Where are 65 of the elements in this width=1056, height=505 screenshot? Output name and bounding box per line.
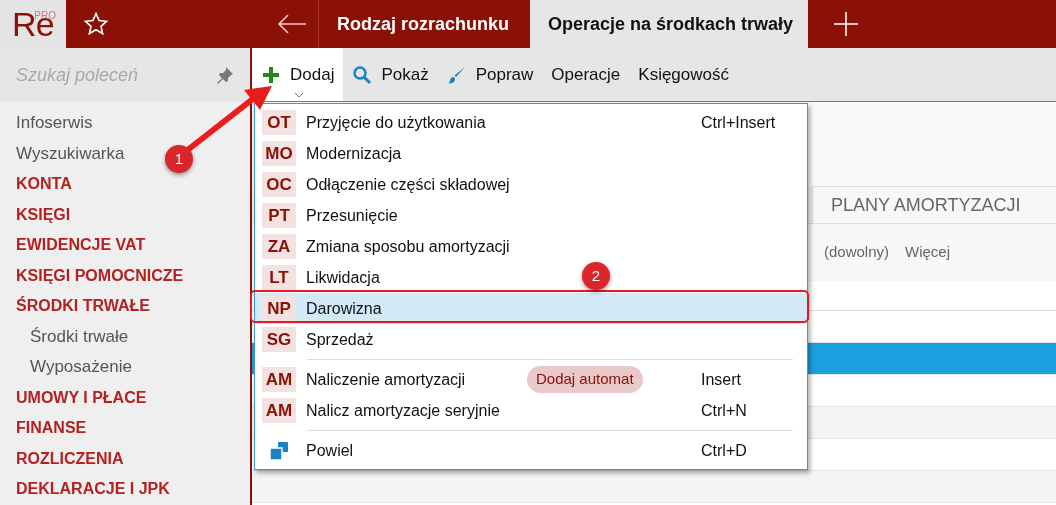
- toolbar-button[interactable]: Popraw: [437, 48, 543, 101]
- menu-label: Likwidacja: [306, 267, 380, 288]
- menu-label: Przesunięcie: [306, 205, 398, 226]
- menu-item[interactable]: OC Odłączenie części składowej: [255, 169, 807, 200]
- sidebar-section[interactable]: ŚRODKI TRWAŁE: [0, 291, 150, 322]
- sidebar-section[interactable]: KSIĘGI: [0, 199, 71, 230]
- menu-item[interactable]: AM Nalicz amortyzacje seryjnie Ctrl+N: [255, 395, 807, 426]
- menu-label: Naliczenie amortyzacji: [306, 369, 466, 390]
- toolbar-button[interactable]: Dodaj: [252, 48, 344, 101]
- sidebar-section[interactable]: KSIĘGI POMOCNICZE: [0, 260, 184, 291]
- brush-icon: [446, 64, 467, 85]
- sidebar-section[interactable]: ROZLICZENIA: [0, 443, 124, 474]
- menu-label: Odłączenie części składowej: [306, 174, 510, 195]
- shortcut: Insert: [701, 369, 741, 390]
- filter-link[interactable]: Więcej: [905, 241, 950, 264]
- menu-item[interactable]: OT Przyjęcie do użytkowania Ctrl+Insert: [255, 107, 807, 138]
- menu-item[interactable]: NP Darowizna: [255, 293, 807, 324]
- search-icon: [352, 64, 373, 85]
- copy-icon: [270, 441, 288, 460]
- shortcut: Ctrl+N: [701, 400, 747, 421]
- plus-icon: [261, 64, 281, 85]
- operation-code: MO: [262, 141, 296, 166]
- toolbar-button[interactable]: Operacje: [542, 48, 630, 101]
- sidebar-section[interactable]: FINANSE: [0, 413, 87, 444]
- pin-icon[interactable]: [216, 66, 234, 84]
- menu-item[interactable]: ZA Zmiana sposobu amortyzacji: [255, 231, 807, 262]
- sidebar-section[interactable]: KONTA: [0, 169, 72, 200]
- menu-label: Sprzedaż: [306, 329, 374, 350]
- tab[interactable]: Operacje na środkach trwały: [530, 0, 808, 48]
- menu-item[interactable]: PT Przesunięcie: [255, 200, 807, 231]
- toolbar-button[interactable]: Pokaż: [343, 48, 438, 101]
- sidebar-item[interactable]: Infoserwis: [0, 108, 93, 139]
- chevron-icon: [294, 92, 304, 98]
- operation-code: LT: [262, 265, 296, 290]
- operation-code: OC: [262, 172, 296, 197]
- menu-label: Nalicz amortyzacje seryjnie: [306, 400, 500, 421]
- operation-code: SG: [262, 327, 296, 352]
- sidebar-section[interactable]: DEKLARACJE I JPK: [0, 474, 170, 505]
- shortcut: Ctrl+D: [701, 440, 747, 461]
- menu-label: Powiel: [306, 440, 354, 461]
- logo[interactable]: RePRO: [0, 0, 66, 48]
- shortcut: Ctrl+Insert: [701, 112, 776, 133]
- operation-code: OT: [262, 110, 296, 135]
- menu-label: Darowizna: [306, 298, 382, 319]
- tab[interactable]: PLANY AMORTYZACJI: [812, 186, 1056, 223]
- menu-label: Przyjęcie do użytkowania: [306, 112, 486, 133]
- operation-code: NP: [262, 296, 296, 321]
- menu-item[interactable]: AM Naliczenie amortyzacji Dodaj automat Insert: [255, 364, 807, 395]
- menu-item[interactable]: SG Sprzedaż: [255, 324, 807, 355]
- operation-code: PT: [262, 203, 296, 228]
- sidebar-section[interactable]: EWIDENCJE VAT: [0, 230, 146, 261]
- menu-item[interactable]: MO Modernizacja: [255, 138, 807, 169]
- badge[interactable]: Dodaj automat: [527, 366, 643, 393]
- operation-code: ZA: [262, 234, 296, 259]
- sidebar-item[interactable]: Wyposażenie: [0, 352, 132, 383]
- sidebar-item[interactable]: Wyszukiwarka: [0, 138, 125, 169]
- sidebar-section[interactable]: UMOWY I PŁACE: [0, 382, 147, 413]
- operation-code: AM: [262, 367, 296, 392]
- menu-label: Modernizacja: [306, 143, 402, 164]
- menu-item[interactable]: Powiel Ctrl+D: [255, 435, 807, 466]
- toolbar-button[interactable]: Księgowość: [629, 48, 738, 101]
- operation-code: AM: [262, 398, 296, 423]
- menu-label: Zmiana sposobu amortyzacji: [306, 236, 510, 257]
- sidebar-item[interactable]: Środki trwałe: [0, 321, 129, 352]
- filter-link[interactable]: (dowolny): [823, 241, 889, 264]
